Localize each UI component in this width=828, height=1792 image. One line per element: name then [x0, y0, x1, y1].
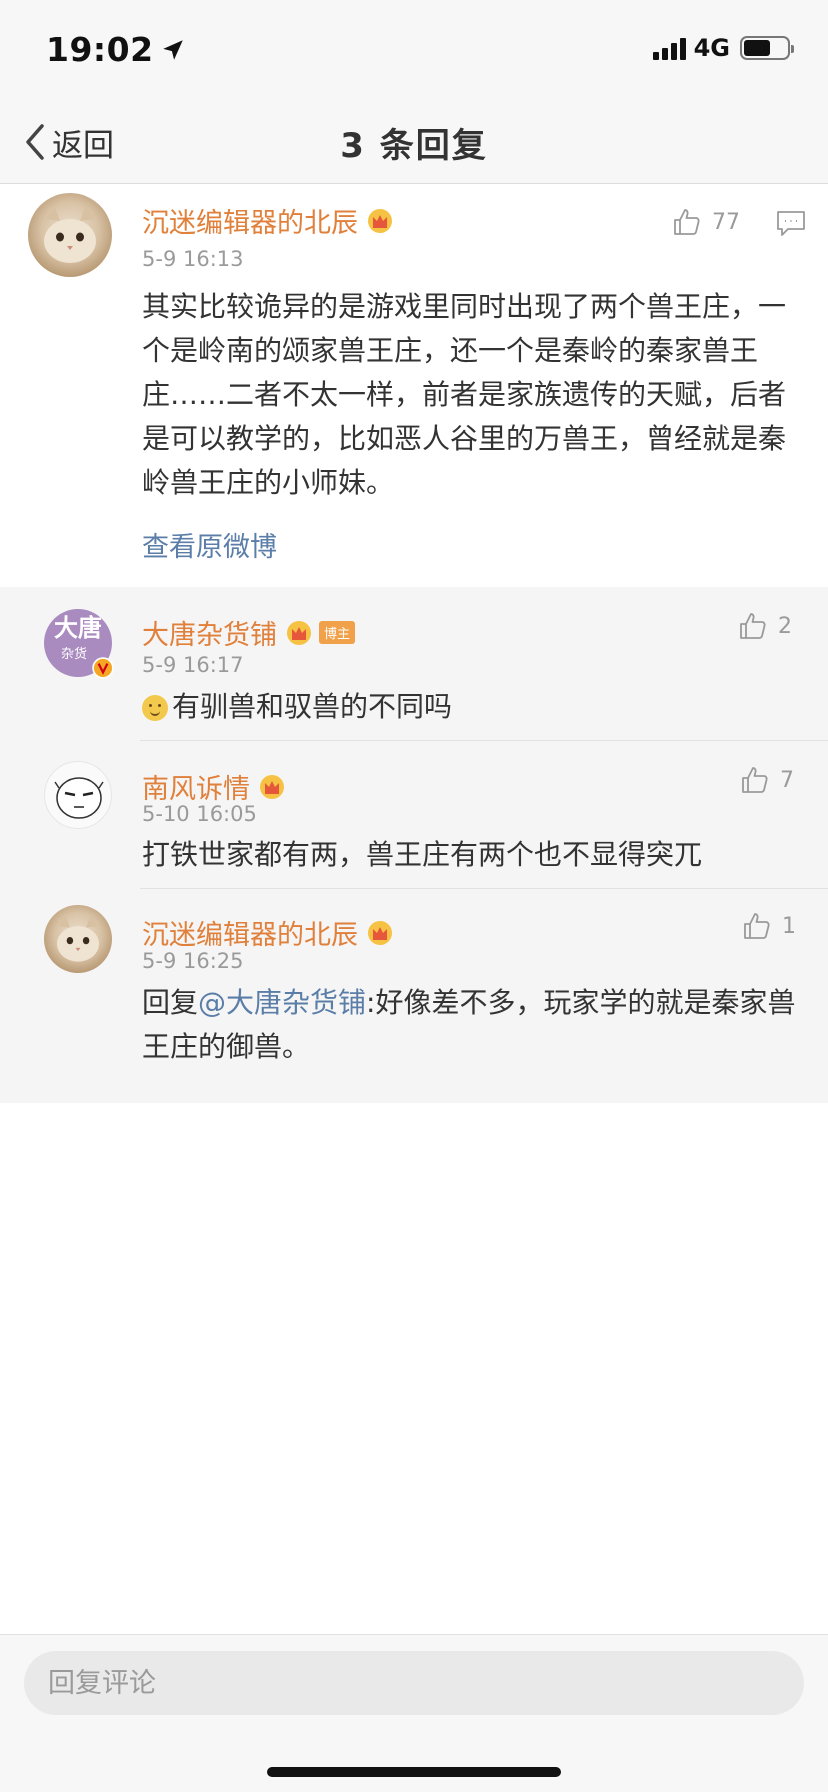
- status-bar: 19:02 4G: [0, 0, 828, 100]
- crown-badge-icon: [260, 774, 284, 799]
- username-text: 沉迷编辑器的北辰: [142, 920, 358, 951]
- avatar[interactable]: 大唐 杂货: [44, 609, 114, 679]
- view-original-link[interactable]: 查看原微博: [142, 525, 277, 564]
- clock-text: 19:02: [46, 30, 154, 69]
- verified-badge-icon: [92, 657, 114, 679]
- crown-badge-icon: [368, 920, 392, 945]
- battery-fill: [744, 40, 771, 56]
- reply-text: 打铁世家都有两，兽王庄有两个也不显得突兀: [142, 838, 703, 871]
- username-text: 南风诉情: [142, 774, 250, 805]
- like-button[interactable]: 7: [740, 765, 794, 795]
- thumbs-up-icon: [744, 913, 770, 939]
- main-comment: 沉迷编辑器的北辰 5-9 16:13 77 其实比较诡异的是游戏里同时出现了两个…: [0, 185, 828, 587]
- avatar[interactable]: [28, 193, 112, 277]
- comment-timestamp: 5-9 16:13: [142, 247, 244, 271]
- divider: [140, 740, 828, 741]
- location-arrow-icon: [162, 39, 183, 60]
- signal-icon: [652, 36, 686, 60]
- username-text: 沉迷编辑器的北辰: [142, 208, 358, 239]
- comment-icon[interactable]: [776, 209, 806, 237]
- thumbs-up-icon: [674, 209, 700, 235]
- status-indicators: 4G: [652, 34, 794, 62]
- reply-timestamp: 5-9 16:17: [142, 653, 244, 677]
- battery-icon: [740, 36, 794, 60]
- thumbs-up-icon: [740, 613, 766, 639]
- network-type: 4G: [693, 34, 730, 62]
- reply-prefix: 回复: [142, 986, 199, 1019]
- like-button[interactable]: 1: [742, 911, 796, 941]
- home-indicator[interactable]: [267, 1767, 561, 1777]
- reply-comment-input[interactable]: [24, 1651, 804, 1715]
- like-button[interactable]: 77: [672, 207, 740, 237]
- reply-timestamp: 5-10 16:05: [142, 802, 257, 826]
- reply-username[interactable]: 南风诉情: [142, 767, 286, 806]
- divider: [140, 888, 828, 889]
- crown-badge-icon: [287, 620, 311, 645]
- replies-list: 大唐 杂货 大唐杂货铺 博主 5-9 16:17 2 有驯兽和驭兽的不同吗 南风…: [0, 587, 828, 1103]
- page-title: 3 条回复: [340, 126, 488, 166]
- avatar[interactable]: [44, 905, 112, 973]
- bottom-bar: [0, 1634, 828, 1792]
- reply-text: 有驯兽和驭兽的不同吗: [142, 685, 802, 729]
- cat-avatar-icon: [56, 914, 100, 962]
- emoji-icon: [142, 695, 168, 721]
- avatar-text-top: 大唐: [54, 614, 102, 642]
- status-time: 19:02: [46, 30, 186, 69]
- like-button[interactable]: 2: [738, 611, 792, 641]
- host-badge: 博主: [319, 621, 356, 644]
- cat-avatar-icon: [44, 205, 96, 263]
- mention-link[interactable]: @大唐杂货铺: [198, 986, 366, 1019]
- like-count: 2: [778, 613, 792, 639]
- crown-badge-icon: [368, 208, 392, 233]
- reply-text: 回复@大唐杂货铺:好像差不多，玩家学的就是秦家兽王庄的御兽。: [142, 981, 802, 1069]
- reply-username[interactable]: 沉迷编辑器的北辰: [142, 913, 394, 952]
- comment-text: 其实比较诡异的是游戏里同时出现了两个兽王庄，一个是岭南的颂家兽王庄，还一个是秦岭…: [142, 290, 787, 499]
- like-count: 7: [780, 767, 794, 793]
- comment-username[interactable]: 沉迷编辑器的北辰: [142, 201, 394, 240]
- like-count: 1: [782, 913, 796, 939]
- thumbs-up-icon: [742, 767, 768, 793]
- like-count: 77: [712, 209, 740, 235]
- reply-username[interactable]: 大唐杂货铺 博主: [142, 613, 356, 652]
- header-area: 19:02 4G 返回 3 条回复: [0, 0, 828, 184]
- doodle-face-icon: [54, 777, 104, 819]
- reply-timestamp: 5-9 16:25: [142, 949, 244, 973]
- navigation-bar: 返回 3 条回复: [0, 100, 828, 184]
- username-text: 大唐杂货铺: [142, 620, 277, 651]
- reply-text-content: 有驯兽和驭兽的不同吗: [172, 690, 453, 723]
- avatar[interactable]: [44, 761, 112, 829]
